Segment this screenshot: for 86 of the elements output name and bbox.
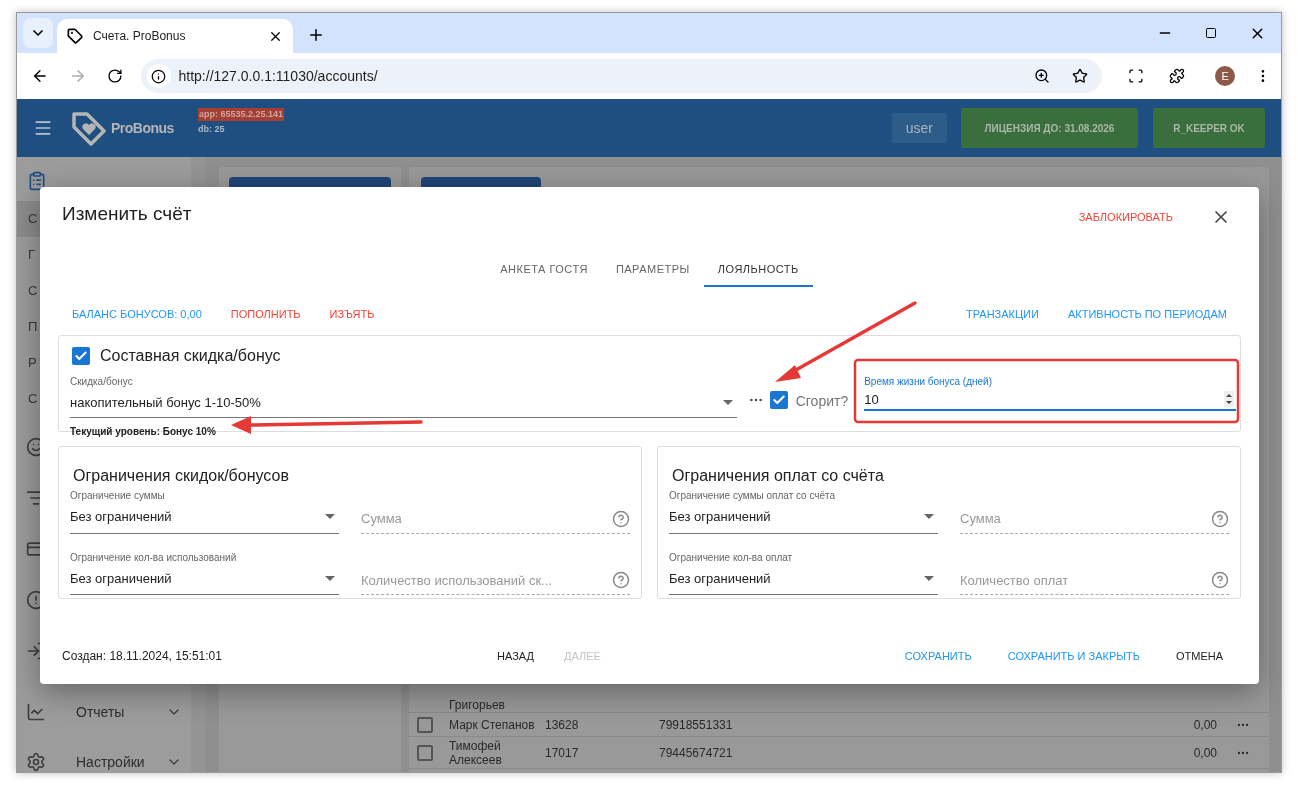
table-cell-text: 0,00 [1192,716,1217,734]
amount-field[interactable]: Количество оплат [960,570,1211,590]
tab-title: Счета. ProBonus [93,28,187,45]
limit-select[interactable]: Ограничение кол-ва использований Без ограничений [70,549,339,595]
caret-icon [325,514,335,520]
amount-field[interactable]: Сумма [960,509,1211,529]
browser-tab[interactable]: Счета. ProBonus [57,19,293,53]
amount-field[interactable]: Сумма [361,509,612,529]
dialog-tab[interactable]: ПАРАМЕТРЫ [601,253,704,287]
table-cell-text: 79445674721 [659,744,734,762]
table-cell-text: 79918551331 [659,716,734,734]
extensions-icon[interactable] [1169,68,1186,84]
checkbox-label: Составная скидка/бонус [100,346,281,366]
footer-button[interactable]: СОХРАНИТЬ И ЗАКРЫТЬ [989,647,1158,665]
chart-icon [26,702,46,722]
checkbox[interactable] [417,716,433,733]
checkbox[interactable] [417,744,433,761]
tab-list-button[interactable] [23,18,53,48]
action-link[interactable]: ИЗЪЯТЬ [329,305,375,323]
table-cell-text: 13628 [545,716,580,734]
db-version: db: 25 [197,123,226,136]
action-link[interactable]: ТРАНЗАКЦИИ [966,305,1039,323]
action-link[interactable]: БАЛАНС БОНУСОВ: 0,00 [72,305,202,323]
tag-icon [67,28,83,44]
sidebar-menu-item[interactable]: Отчеты [17,687,191,737]
caret-icon [722,400,733,406]
table-cell-text: 17017 [545,744,580,762]
amount-field[interactable]: Количество использований ск... [361,570,612,590]
license-button[interactable]: ЛИЦЕНЗИЯ ДО: 31.08.2026 [961,108,1138,148]
address-bar[interactable]: http://127.0.0.1:11030/accounts/ [140,59,1102,93]
reload-icon[interactable] [106,68,123,84]
current-level-text: Текущий уровень: Бонус 10% [70,424,216,439]
rkeeper-status-button[interactable]: R_KEEPER OK [1153,108,1265,148]
help-icon[interactable] [612,509,630,528]
profile-avatar[interactable]: E [1215,66,1236,86]
help-icon[interactable] [612,571,630,590]
help-icon[interactable] [1211,509,1229,528]
help-icon[interactable] [1211,571,1229,590]
screenshot-icon[interactable] [1127,68,1144,84]
check-icon [74,349,88,363]
table-row[interactable]: Григорьев [409,696,1269,713]
back-icon[interactable] [31,67,49,85]
maximize-icon[interactable] [1205,27,1217,39]
created-text: Создан: 18.11.2024, 15:51:01 [62,648,223,665]
block-button[interactable]: ЗАБЛОКИРОВАТЬ [1078,208,1173,226]
checkbox-label: Сгорит? [795,392,849,411]
table-row[interactable]: Марк Степанов 13628 79918551331 0,00 [409,713,1269,737]
new-tab-icon[interactable] [307,26,325,44]
caret-icon [325,575,335,581]
section-title: Ограничения скидок/бонусов [73,466,290,486]
table-row[interactable]: Тимофей Алексеев 17017 79445674721 0,00 [409,737,1269,769]
bookmark-icon[interactable] [1071,68,1088,84]
dialog-tab[interactable]: ЛОЯЛЬНОСТЬ [703,253,813,287]
settings-icon [26,752,46,772]
limit-select[interactable]: Ограничение кол-ва оплат Без ограничений [669,549,938,595]
table-cell-text: Тимофей Алексеев [449,738,503,767]
brand-name: ProBonus [111,118,174,138]
dialog-tab[interactable]: АНКЕТА ГОСТЯ [486,253,602,287]
discount-select[interactable]: Скидка/бонус накопительный бонус 1-10-50% [70,374,737,418]
user-chip[interactable]: user [891,113,947,143]
clipboard-icon[interactable] [27,171,47,191]
caret-icon [924,514,934,520]
limit-select[interactable]: Ограничение суммы Без ограничений [70,488,339,534]
zoom-icon[interactable] [1033,68,1050,84]
logo-icon [71,110,107,146]
table-cell-text: Марк Степанов [449,717,536,732]
dialog-title: Изменить счёт [62,201,193,226]
footer-button[interactable]: ОТМЕНА [1157,647,1241,665]
info-icon[interactable] [151,68,166,84]
limit-select[interactable]: Ограничение суммы оплат со счёта Без ограничений [669,488,938,534]
checkbox[interactable] [769,391,788,409]
action-link[interactable]: ПОПОЛНИТЬ [230,305,301,323]
caret-icon [924,575,934,581]
action-link[interactable]: АКТИВНОСТЬ ПО ПЕРИОДАМ [1067,305,1227,323]
footer-button[interactable]: СОХРАНИТЬ [886,647,990,665]
table-cell-text: 0,00 [1192,744,1217,762]
table-cell-text: Григорьев [449,698,506,712]
spinner-icon[interactable] [1224,391,1234,407]
field-label: Время жизни бонуса (дней) [864,375,992,389]
nav-button[interactable]: НАЗАД [482,647,549,665]
check-icon [771,393,786,407]
url-text: http://127.0.0.1:11030/accounts/ [178,66,379,86]
sidebar-menu-item[interactable]: Настройки [17,737,191,772]
checkbox[interactable] [72,347,90,365]
section-title: Ограничения оплат со счёта [672,466,885,486]
app-version: app: 65535.2.25.141 [197,107,284,121]
